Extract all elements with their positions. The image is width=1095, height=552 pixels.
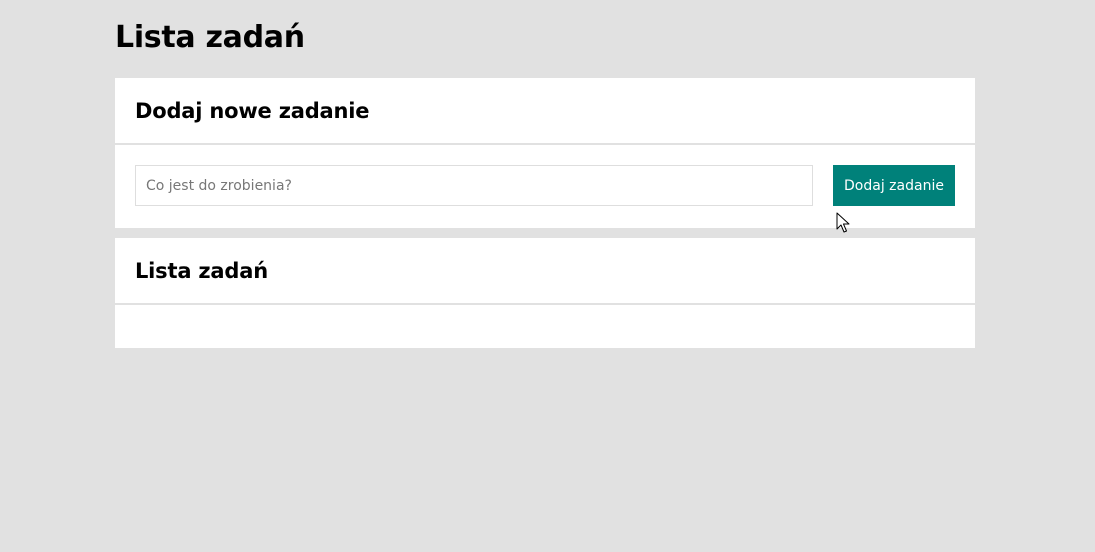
task-list-heading: Lista zadań [135,258,268,283]
add-task-card-header: Dodaj nowe zadanie [115,78,975,145]
new-task-input[interactable] [135,165,813,206]
add-task-heading: Dodaj nowe zadanie [135,98,370,123]
add-task-button[interactable]: Dodaj zadanie [833,165,955,206]
add-task-card: Dodaj nowe zadanie Dodaj zadanie [115,78,975,228]
page: Lista zadań Dodaj nowe zadanie Dodaj zad… [0,0,1095,552]
task-list [115,305,975,346]
page-title: Lista zadań [115,20,305,55]
task-list-card-header: Lista zadań [115,238,975,305]
task-list-card: Lista zadań [115,238,975,348]
mouse-pointer-icon [836,212,850,233]
